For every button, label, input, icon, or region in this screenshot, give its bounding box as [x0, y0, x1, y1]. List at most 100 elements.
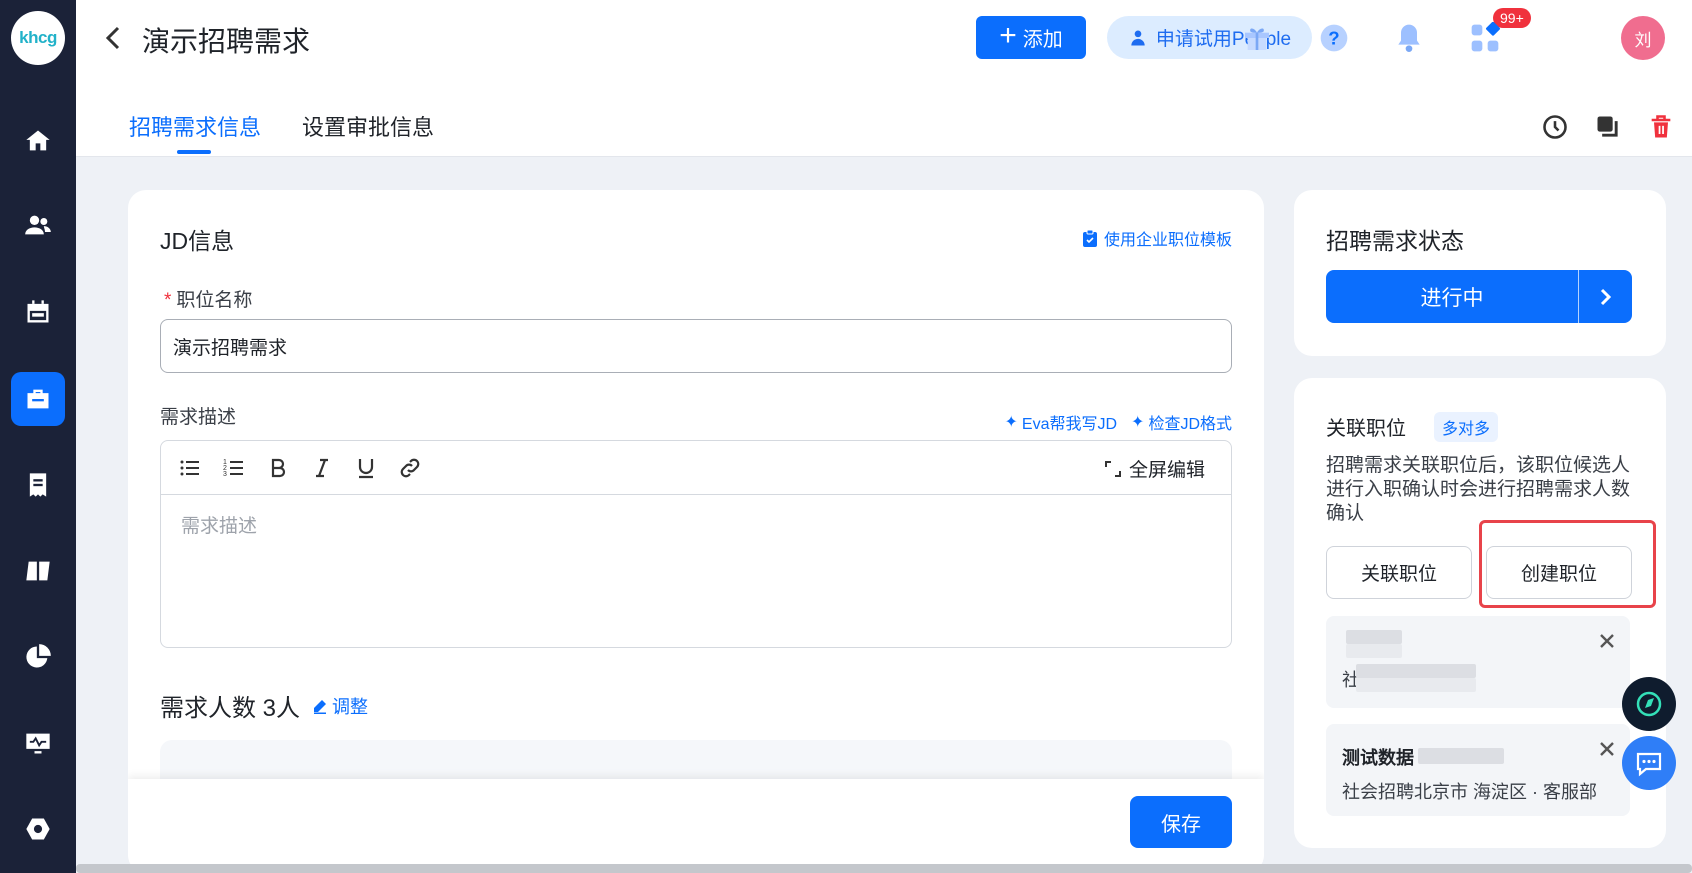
sparkle-icon: ✦	[1004, 414, 1018, 431]
position-name-label-text: 职位名称	[176, 290, 253, 311]
calendar-icon	[27, 300, 49, 323]
sidebar-item-monitor[interactable]	[11, 716, 65, 770]
apply-trial-button[interactable]: 申请试用People	[1107, 16, 1312, 59]
status-button[interactable]: 进行中	[1326, 270, 1632, 323]
remove-job-button[interactable]	[1598, 632, 1616, 650]
remove-job-button[interactable]	[1598, 740, 1616, 758]
bell-icon	[1398, 24, 1420, 52]
help-button[interactable]: ?	[1316, 20, 1352, 56]
related-job-item[interactable]: 社	[1326, 616, 1630, 708]
related-positions-card: 关联职位 多对多 招聘需求关联职位后，该职位候选人进行入职确认时会进行招聘需求人…	[1294, 378, 1666, 848]
page-header: 演示招聘需求 + 添加 申请试用People ? 99+ 刘 招聘需求信息 设置…	[76, 0, 1692, 157]
tab-recruit-info[interactable]: 招聘需求信息	[129, 110, 261, 142]
page-title: 演示招聘需求	[142, 26, 311, 57]
status-card: 招聘需求状态 进行中	[1294, 190, 1666, 356]
editor-toolbar: 123 全屏编辑	[161, 441, 1231, 495]
assistant-float-button[interactable]	[1622, 677, 1676, 731]
redacted-text	[1346, 644, 1402, 658]
clock-icon	[1543, 115, 1567, 139]
bold-button[interactable]	[263, 453, 293, 483]
redacted-text	[1356, 678, 1476, 692]
trash-icon	[1651, 115, 1671, 138]
adjust-headcount-link[interactable]: 调整	[312, 693, 368, 719]
description-textarea[interactable]: 需求描述	[161, 495, 1231, 554]
close-icon	[1600, 634, 1614, 648]
sidebar-item-reports[interactable]	[11, 630, 65, 684]
jd-section-title: JD信息	[160, 228, 235, 254]
status-value: 进行中	[1420, 286, 1484, 310]
job-name: 测试数据	[1342, 748, 1414, 768]
book-icon	[26, 561, 50, 581]
numbered-list-button[interactable]: 123	[219, 453, 249, 483]
chevron-right-icon	[1600, 288, 1611, 305]
bold-icon	[271, 458, 286, 477]
check-jd-format-link[interactable]: ✦ 检查JD格式	[1131, 410, 1232, 434]
link-button[interactable]	[395, 453, 425, 483]
use-template-label: 使用企业职位模板	[1103, 232, 1232, 249]
sidebar-item-home[interactable]	[11, 114, 65, 168]
headcount-row: 需求人数 3人 调整	[160, 688, 368, 723]
settings-icon	[26, 818, 50, 840]
apps-grid-icon	[1471, 22, 1500, 52]
expand-icon	[1104, 460, 1121, 477]
description-editor: 123 全屏编辑 需求描述	[160, 440, 1232, 648]
italic-button[interactable]	[307, 453, 337, 483]
footer-bar: 保存	[128, 779, 1264, 873]
add-button-label: 添加	[1022, 29, 1063, 51]
app-logo[interactable]: khcg	[11, 11, 65, 65]
active-tab-indicator	[177, 150, 211, 154]
link-icon	[400, 458, 420, 477]
fullscreen-edit-label: 全屏编辑	[1128, 460, 1205, 481]
sidebar-item-recruit[interactable]	[11, 372, 65, 426]
document-icon	[29, 473, 47, 497]
jd-card: JD信息 使用企业职位模板 * 职位名称 演示招聘需求 需求描述 ✦ Eva帮我写J…	[128, 190, 1264, 873]
close-icon	[1600, 742, 1614, 756]
add-button[interactable]: + 添加	[976, 16, 1086, 59]
use-template-link[interactable]: 使用企业职位模板	[1082, 226, 1232, 250]
back-button[interactable]	[102, 24, 126, 52]
save-button[interactable]: 保存	[1130, 796, 1232, 848]
status-title: 招聘需求状态	[1326, 228, 1464, 254]
history-button[interactable]	[1541, 113, 1571, 143]
eva-write-jd-label: Eva帮我写JD	[1021, 416, 1118, 433]
apps-button[interactable]	[1467, 20, 1503, 56]
bullet-list-icon	[180, 460, 199, 475]
position-name-input[interactable]: 演示招聘需求	[160, 319, 1232, 373]
related-job-item[interactable]: 测试数据 社会招聘北京市 海淀区 · 客服部	[1326, 724, 1630, 816]
italic-icon	[316, 458, 328, 477]
user-avatar[interactable]: 刘	[1621, 16, 1665, 60]
copy-button[interactable]	[1594, 113, 1624, 143]
adjust-label: 调整	[332, 696, 369, 717]
sidebar-item-library[interactable]	[11, 544, 65, 598]
sidebar-item-users[interactable]	[11, 198, 65, 252]
tab-approval-info[interactable]: 设置审批信息	[302, 110, 434, 142]
notification-button[interactable]	[1391, 20, 1427, 56]
sidebar-item-documents[interactable]	[11, 458, 65, 512]
sidebar-item-settings[interactable]	[11, 802, 65, 856]
chat-float-button[interactable]	[1622, 736, 1676, 790]
related-positions-description: 招聘需求关联职位后，该职位候选人进行入职确认时会进行招聘需求人数确认	[1326, 455, 1631, 524]
link-position-button[interactable]: 关联职位	[1326, 546, 1472, 599]
help-icon: ?	[1320, 24, 1348, 52]
chevron-left-icon	[105, 26, 120, 50]
clipboard-icon	[1082, 229, 1097, 247]
sparkle-icon: ✦	[1131, 414, 1145, 431]
sidebar-item-calendar[interactable]	[11, 285, 65, 339]
bullet-list-button[interactable]	[175, 453, 205, 483]
plus-icon: +	[999, 19, 1017, 52]
pie-chart-icon	[26, 644, 51, 668]
fullscreen-edit-button[interactable]: 全屏编辑	[1104, 455, 1205, 482]
gift-icon	[1245, 28, 1269, 50]
status-next-button[interactable]	[1578, 270, 1632, 323]
svg-text:?: ?	[1328, 28, 1339, 49]
underline-button[interactable]	[351, 453, 381, 483]
redacted-text	[1418, 748, 1504, 764]
user-icon	[1131, 30, 1145, 45]
underline-icon	[358, 458, 374, 478]
gift-button[interactable]	[1239, 20, 1275, 56]
job-meta: 社会招聘北京市 海淀区 · 客服部	[1342, 782, 1597, 802]
delete-button[interactable]	[1647, 113, 1677, 143]
horizontal-scrollbar[interactable]	[76, 864, 1692, 873]
check-jd-format-label: 检查JD格式	[1148, 416, 1232, 433]
eva-write-jd-link[interactable]: ✦ Eva帮我写JD	[1004, 410, 1117, 434]
